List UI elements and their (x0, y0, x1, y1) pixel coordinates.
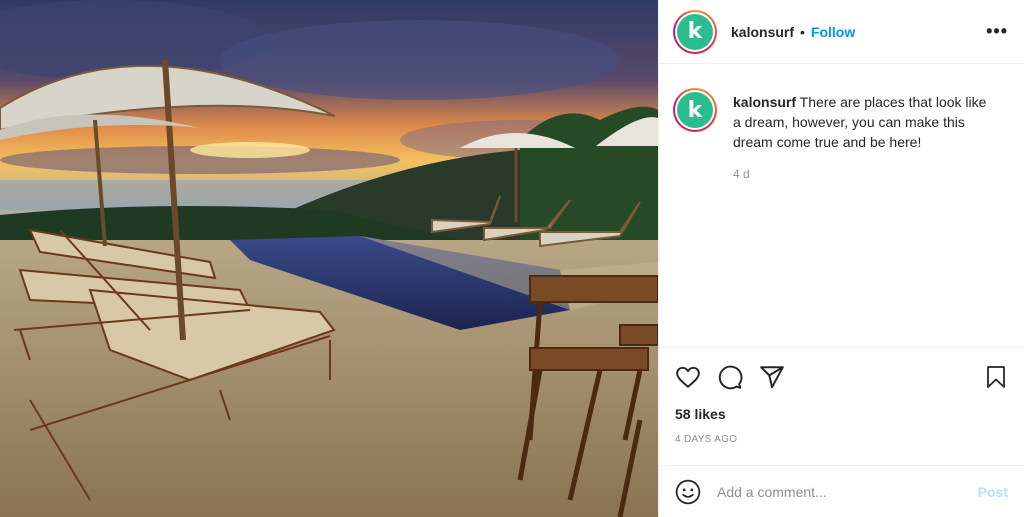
resort-pool-image (0, 0, 658, 517)
kalonsurf-logo-icon: k (677, 92, 713, 128)
emoji-icon[interactable] (675, 479, 701, 505)
caption-text-block: kalonsurf There are places that look lik… (733, 92, 993, 347)
heart-icon[interactable] (675, 364, 701, 390)
caption-section: k kalonsurf There are places that look l… (659, 64, 1024, 347)
bookmark-icon[interactable] (984, 364, 1008, 390)
post-comment-button[interactable]: Post (978, 484, 1008, 500)
caption-avatar[interactable]: k (673, 88, 717, 132)
more-options-icon[interactable]: ••• (986, 21, 1008, 42)
post-header: k kalonsurf • Follow ••• (659, 0, 1024, 64)
kalonsurf-logo-icon: k (677, 13, 713, 50)
action-bar (675, 348, 1008, 406)
follow-button[interactable]: Follow (811, 24, 855, 40)
caption-timestamp[interactable]: 4 d (733, 164, 993, 184)
comment-icon[interactable] (717, 364, 743, 390)
likes-count[interactable]: 58 likes (675, 406, 1008, 422)
caption-username[interactable]: kalonsurf (733, 94, 796, 110)
username-link[interactable]: kalonsurf (731, 24, 794, 40)
post-photo[interactable] (0, 0, 658, 517)
separator-dot: • (800, 23, 805, 40)
actions-area: 58 likes 4 DAYS AGO (659, 347, 1024, 465)
post-date[interactable]: 4 DAYS AGO (675, 434, 1008, 445)
comment-input[interactable] (715, 482, 978, 501)
comment-bar: Post (659, 465, 1024, 517)
avatar[interactable]: k (673, 9, 717, 54)
post-side-panel: k kalonsurf • Follow ••• k kalonsurf The… (658, 0, 1024, 517)
share-icon[interactable] (759, 364, 785, 390)
